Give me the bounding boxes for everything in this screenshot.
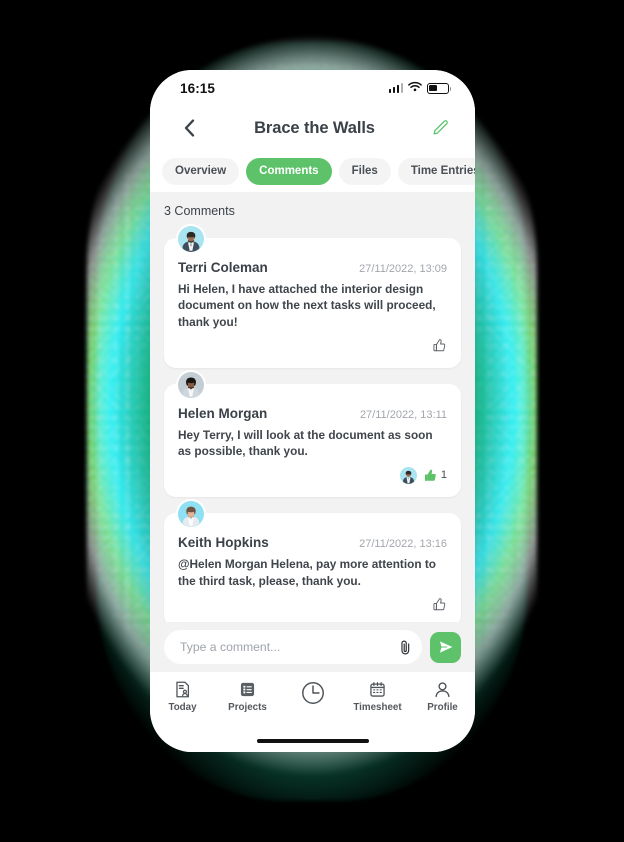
nav-item-timer[interactable] [280,680,345,709]
wifi-icon [408,79,422,97]
comment-timestamp: 27/11/2022, 13:09 [359,263,447,275]
comments-scroll-area[interactable]: 3 Comments Terri Coleman 27/11/2022, 13:… [150,192,475,622]
like-button[interactable] [432,338,447,353]
person-profile-icon [435,682,450,698]
like-count: 1 [440,469,447,482]
nav-label-profile: Profile [427,702,458,713]
comment-input-wrapper[interactable] [164,630,422,664]
tab-overview[interactable]: Overview [162,157,240,185]
send-paper-plane-icon [439,641,452,653]
screenshot-canvas: 16:15 Brace the Walls Overview Comments … [0,0,624,842]
tab-strip[interactable]: Overview Comments Files Time Entries [150,150,475,192]
projects-list-icon [240,682,255,697]
comment-actions [178,332,447,360]
comment-composer [150,622,475,672]
status-bar: 16:15 [150,70,475,106]
comment-actions: 1 [178,461,447,489]
comment-body: Hey Terry, I will look at the document a… [178,427,433,459]
comment-timestamp: 27/11/2022, 13:11 [359,408,447,421]
comment-card: Keith Hopkins 27/11/2022, 13:16 @Helen M… [164,501,461,622]
avatar [178,371,204,398]
like-button[interactable]: 1 [423,468,447,483]
nav-label-today: Today [168,702,197,713]
paperclip-icon [401,640,410,654]
clock-timer-icon [301,682,324,704]
comment-actions [178,591,447,619]
phone-mockup: 16:15 Brace the Walls Overview Comments … [150,70,475,752]
comment-meta-row: Terri Coleman 27/11/2022, 13:09 [178,260,447,275]
comment-body: @Helen Morgan Helena, pay more attention… [178,557,436,588]
avatar-terri-coleman [399,466,417,484]
comments-count-label: 3 Comments [164,204,235,218]
battery-icon [427,82,452,94]
avatar-terri-coleman [178,226,204,252]
like-button[interactable] [432,597,447,612]
tab-files[interactable]: Files [338,157,391,185]
edit-title-button[interactable] [427,115,453,141]
nav-item-today[interactable]: Today [150,680,215,713]
send-comment-button[interactable] [430,631,461,663]
avatar-helen-morgan [178,371,204,398]
nav-item-timesheet[interactable]: Timesheet [345,680,410,713]
back-button[interactable] [176,115,202,141]
thumbs-up-filled-icon [424,469,436,481]
status-bar-icons [388,79,452,97]
thumbs-up-outline-icon [433,339,446,352]
calendar-timesheet-icon [370,682,385,697]
home-indicator-area [150,730,475,752]
status-bar-time: 16:15 [180,80,216,96]
pencil-edit-icon [433,120,448,135]
today-document-icon [176,681,190,698]
tab-comments[interactable]: Comments [246,157,332,185]
app-header: Brace the Walls [150,106,475,150]
comment-timestamp: 27/11/2022, 13:16 [359,538,447,551]
thumbs-up-outline-icon [433,598,446,611]
comment-body: Hi Helen, I have attached the interior d… [178,282,436,329]
nav-label-projects: Projects [228,702,267,713]
avatar-keith-hopkins [178,501,204,528]
reactor-avatar [399,466,417,484]
nav-item-profile[interactable]: Profile [410,680,475,713]
cellular-signal-icon [388,83,403,93]
nav-label-timesheet: Timesheet [353,702,402,713]
home-indicator-bar[interactable] [256,738,369,744]
comment-card: Terri Coleman 27/11/2022, 13:09 Hi Helen… [164,226,461,368]
tab-time-entries[interactable]: Time Entries [397,157,475,185]
comment-author: Helen Morgan [178,405,268,421]
chevron-left-icon [184,119,194,137]
attach-file-button[interactable] [399,639,412,656]
comment-author: Terri Coleman [178,260,268,275]
nav-item-projects[interactable]: Projects [215,680,280,713]
page-title: Brace the Walls [254,118,375,137]
comment-author: Keith Hopkins [178,535,269,551]
avatar [178,226,204,252]
comment-meta-row: Helen Morgan 27/11/2022, 13:11 [178,406,447,421]
bottom-navigation: Today Projects Timesheet Profile [150,672,475,730]
comment-input[interactable] [180,640,393,654]
avatar [178,501,204,528]
comment-card: Helen Morgan 27/11/2022, 13:11 Hey Terry… [164,371,461,498]
comment-meta-row: Keith Hopkins 27/11/2022, 13:16 [178,535,447,550]
